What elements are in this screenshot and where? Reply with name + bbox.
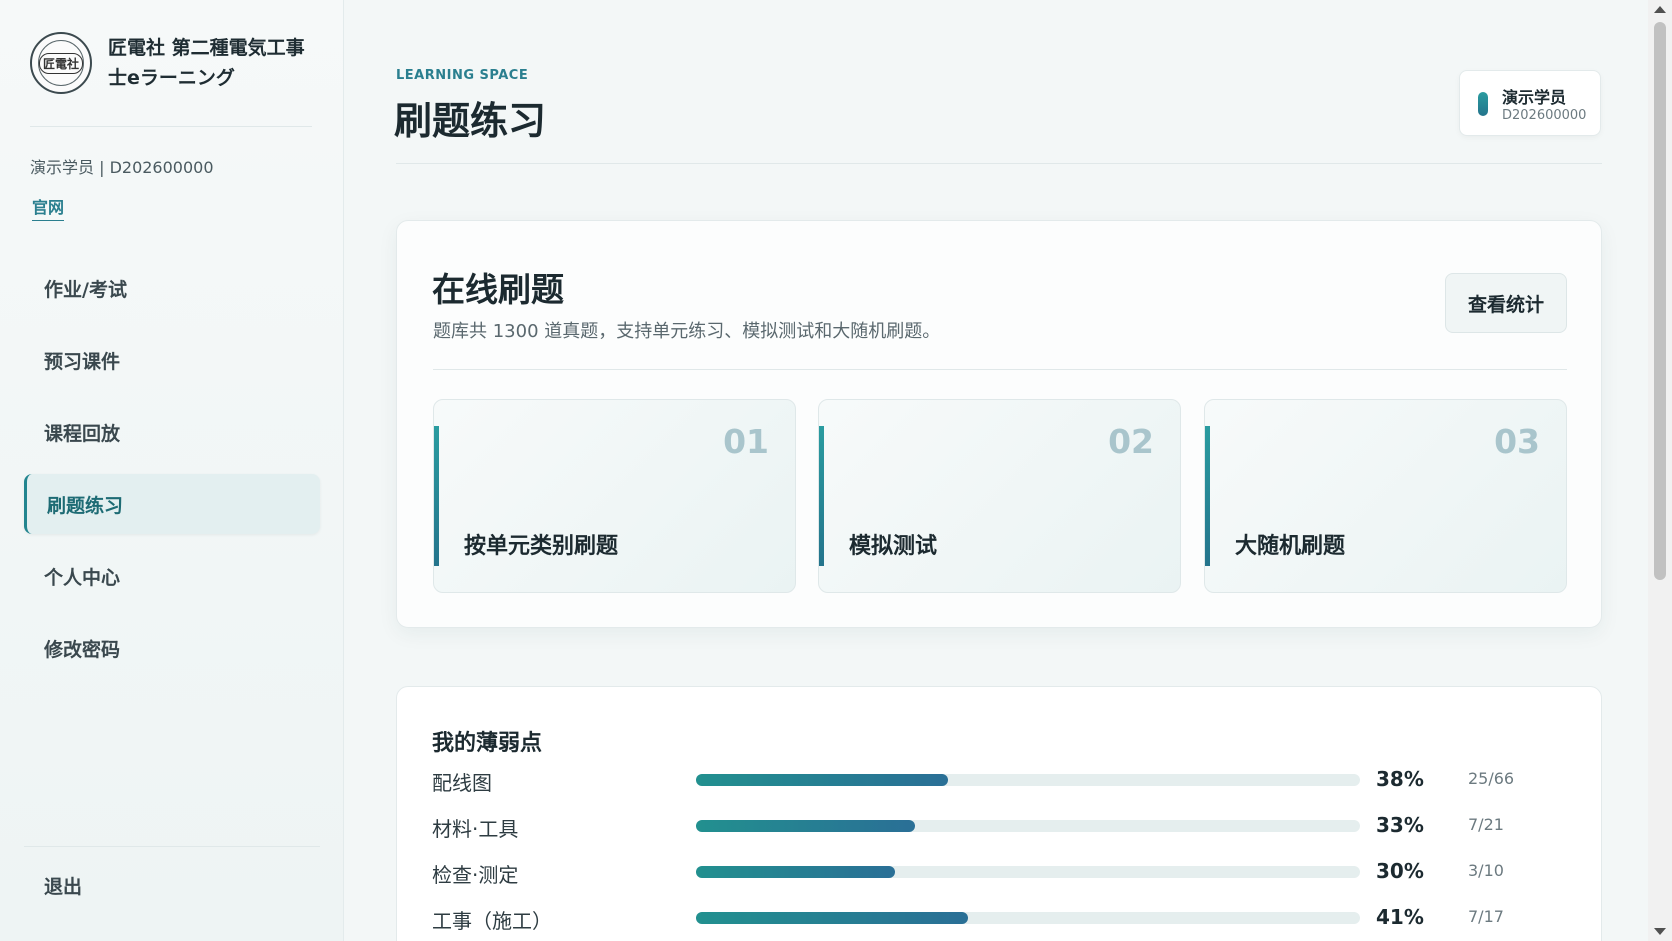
progress-fill <box>696 774 949 786</box>
option-label: 大随机刷题 <box>1235 534 1346 559</box>
weak-point-count: 7/21 <box>1468 815 1504 834</box>
sidebar-item-assignments[interactable]: 作业/考试 <box>24 258 320 318</box>
logout-button[interactable]: 退出 <box>44 872 82 899</box>
weak-point-count: 3/10 <box>1468 861 1504 880</box>
online-practice-card: 在线刷题 题库共 1300 道真题，支持单元练习、模拟测试和大随机刷题。 查看统… <box>396 220 1602 628</box>
weak-point-percent: 38% <box>1376 767 1424 791</box>
practice-options: 01 按单元类别刷题 02 模拟测试 03 大随机刷题 <box>433 399 1567 593</box>
weak-point-row: 检查·测定 30% 3/10 <box>432 857 1582 887</box>
main-content: LEARNING SPACE 刷题练习 演示学员 D202600000 在线刷题… <box>344 0 1644 941</box>
brand-name: 匠電社 第二種電気工事 士eラーニング <box>108 33 323 93</box>
practice-title: 在线刷题 <box>432 270 564 309</box>
weak-point-row: 配线图 38% 25/66 <box>432 765 1582 795</box>
weak-point-name: 检查·测定 <box>432 863 519 887</box>
option-label: 模拟测试 <box>849 534 938 559</box>
divider <box>24 846 320 847</box>
weak-point-name: 配线图 <box>432 771 492 795</box>
sidebar-item-change-password[interactable]: 修改密码 <box>24 618 320 678</box>
weak-point-count: 25/66 <box>1468 769 1515 788</box>
progress-fill <box>696 866 896 878</box>
user-badge-id: D202600000 <box>1502 108 1587 123</box>
page-title: 刷题练习 <box>394 99 547 143</box>
progress-fill <box>696 912 969 924</box>
scroll-down-arrow-icon[interactable] <box>1654 928 1666 935</box>
view-stats-button[interactable]: 查看统计 <box>1445 273 1567 333</box>
scroll-up-arrow-icon[interactable] <box>1654 6 1666 13</box>
option-number: 01 <box>723 422 769 461</box>
option-mock-test[interactable]: 02 模拟测试 <box>818 399 1181 593</box>
weak-point-percent: 33% <box>1376 813 1424 837</box>
progress-fill <box>696 820 916 832</box>
header-divider <box>396 163 1602 164</box>
progress-track <box>696 866 1360 878</box>
weak-point-percent: 30% <box>1376 859 1424 883</box>
progress-track <box>696 912 1360 924</box>
practice-subtitle: 题库共 1300 道真题，支持单元练习、模拟测试和大随机刷题。 <box>433 321 941 342</box>
option-accent <box>434 426 439 566</box>
user-badge-indicator <box>1478 92 1488 116</box>
brand-name-line1: 匠電社 第二種電気工事 <box>108 37 305 59</box>
weak-point-row: 工事（施工） 41% 7/17 <box>432 903 1582 933</box>
weak-point-row: 材料·工具 33% 7/21 <box>432 811 1582 841</box>
sidebar-item-preview-courseware[interactable]: 预习课件 <box>24 330 320 390</box>
brand[interactable]: 匠電社 匠電社 第二種電気工事 士eラーニング <box>30 32 323 94</box>
sidebar-item-practice[interactable]: 刷题练习 <box>24 474 320 534</box>
weak-points-card: 我的薄弱点 配线图 38% 25/66 材料·工具 33% 7/21 检查·测定… <box>396 686 1602 941</box>
scroll-thumb[interactable] <box>1654 22 1666 580</box>
progress-track <box>696 820 1360 832</box>
option-unit-practice[interactable]: 01 按单元类别刷题 <box>433 399 796 593</box>
user-info: 演示学员 | D202600000 <box>30 158 214 177</box>
option-label: 按单元类别刷题 <box>464 534 619 559</box>
option-number: 02 <box>1108 422 1154 461</box>
page-eyebrow: LEARNING SPACE <box>396 68 529 83</box>
option-accent <box>819 426 824 566</box>
vertical-scrollbar[interactable] <box>1648 0 1672 941</box>
divider <box>30 126 312 127</box>
option-accent <box>1205 426 1210 566</box>
user-badge[interactable]: 演示学员 D202600000 <box>1459 70 1601 136</box>
sidebar-item-profile[interactable]: 个人中心 <box>24 546 320 606</box>
sidebar: 匠電社 匠電社 第二種電気工事 士eラーニング 演示学员 | D20260000… <box>0 0 344 941</box>
sidebar-item-course-replay[interactable]: 课程回放 <box>24 402 320 462</box>
logo-text: 匠電社 <box>38 52 83 74</box>
official-site-link[interactable]: 官网 <box>32 194 65 221</box>
card-divider <box>433 369 1567 370</box>
progress-track <box>696 774 1360 786</box>
weak-point-name: 工事（施工） <box>432 909 552 933</box>
sidebar-nav: 作业/考试 预习课件 课程回放 刷题练习 个人中心 修改密码 <box>24 258 320 690</box>
weak-point-name: 材料·工具 <box>432 817 519 841</box>
brand-name-line2: 士eラーニング <box>108 67 235 89</box>
option-random-practice[interactable]: 03 大随机刷题 <box>1204 399 1567 593</box>
weak-point-count: 7/17 <box>1468 907 1504 926</box>
brand-logo: 匠電社 <box>30 32 92 94</box>
weak-point-percent: 41% <box>1376 905 1424 929</box>
weak-points-title: 我的薄弱点 <box>432 731 543 756</box>
option-number: 03 <box>1494 422 1540 461</box>
user-badge-name: 演示学员 <box>1502 88 1567 107</box>
